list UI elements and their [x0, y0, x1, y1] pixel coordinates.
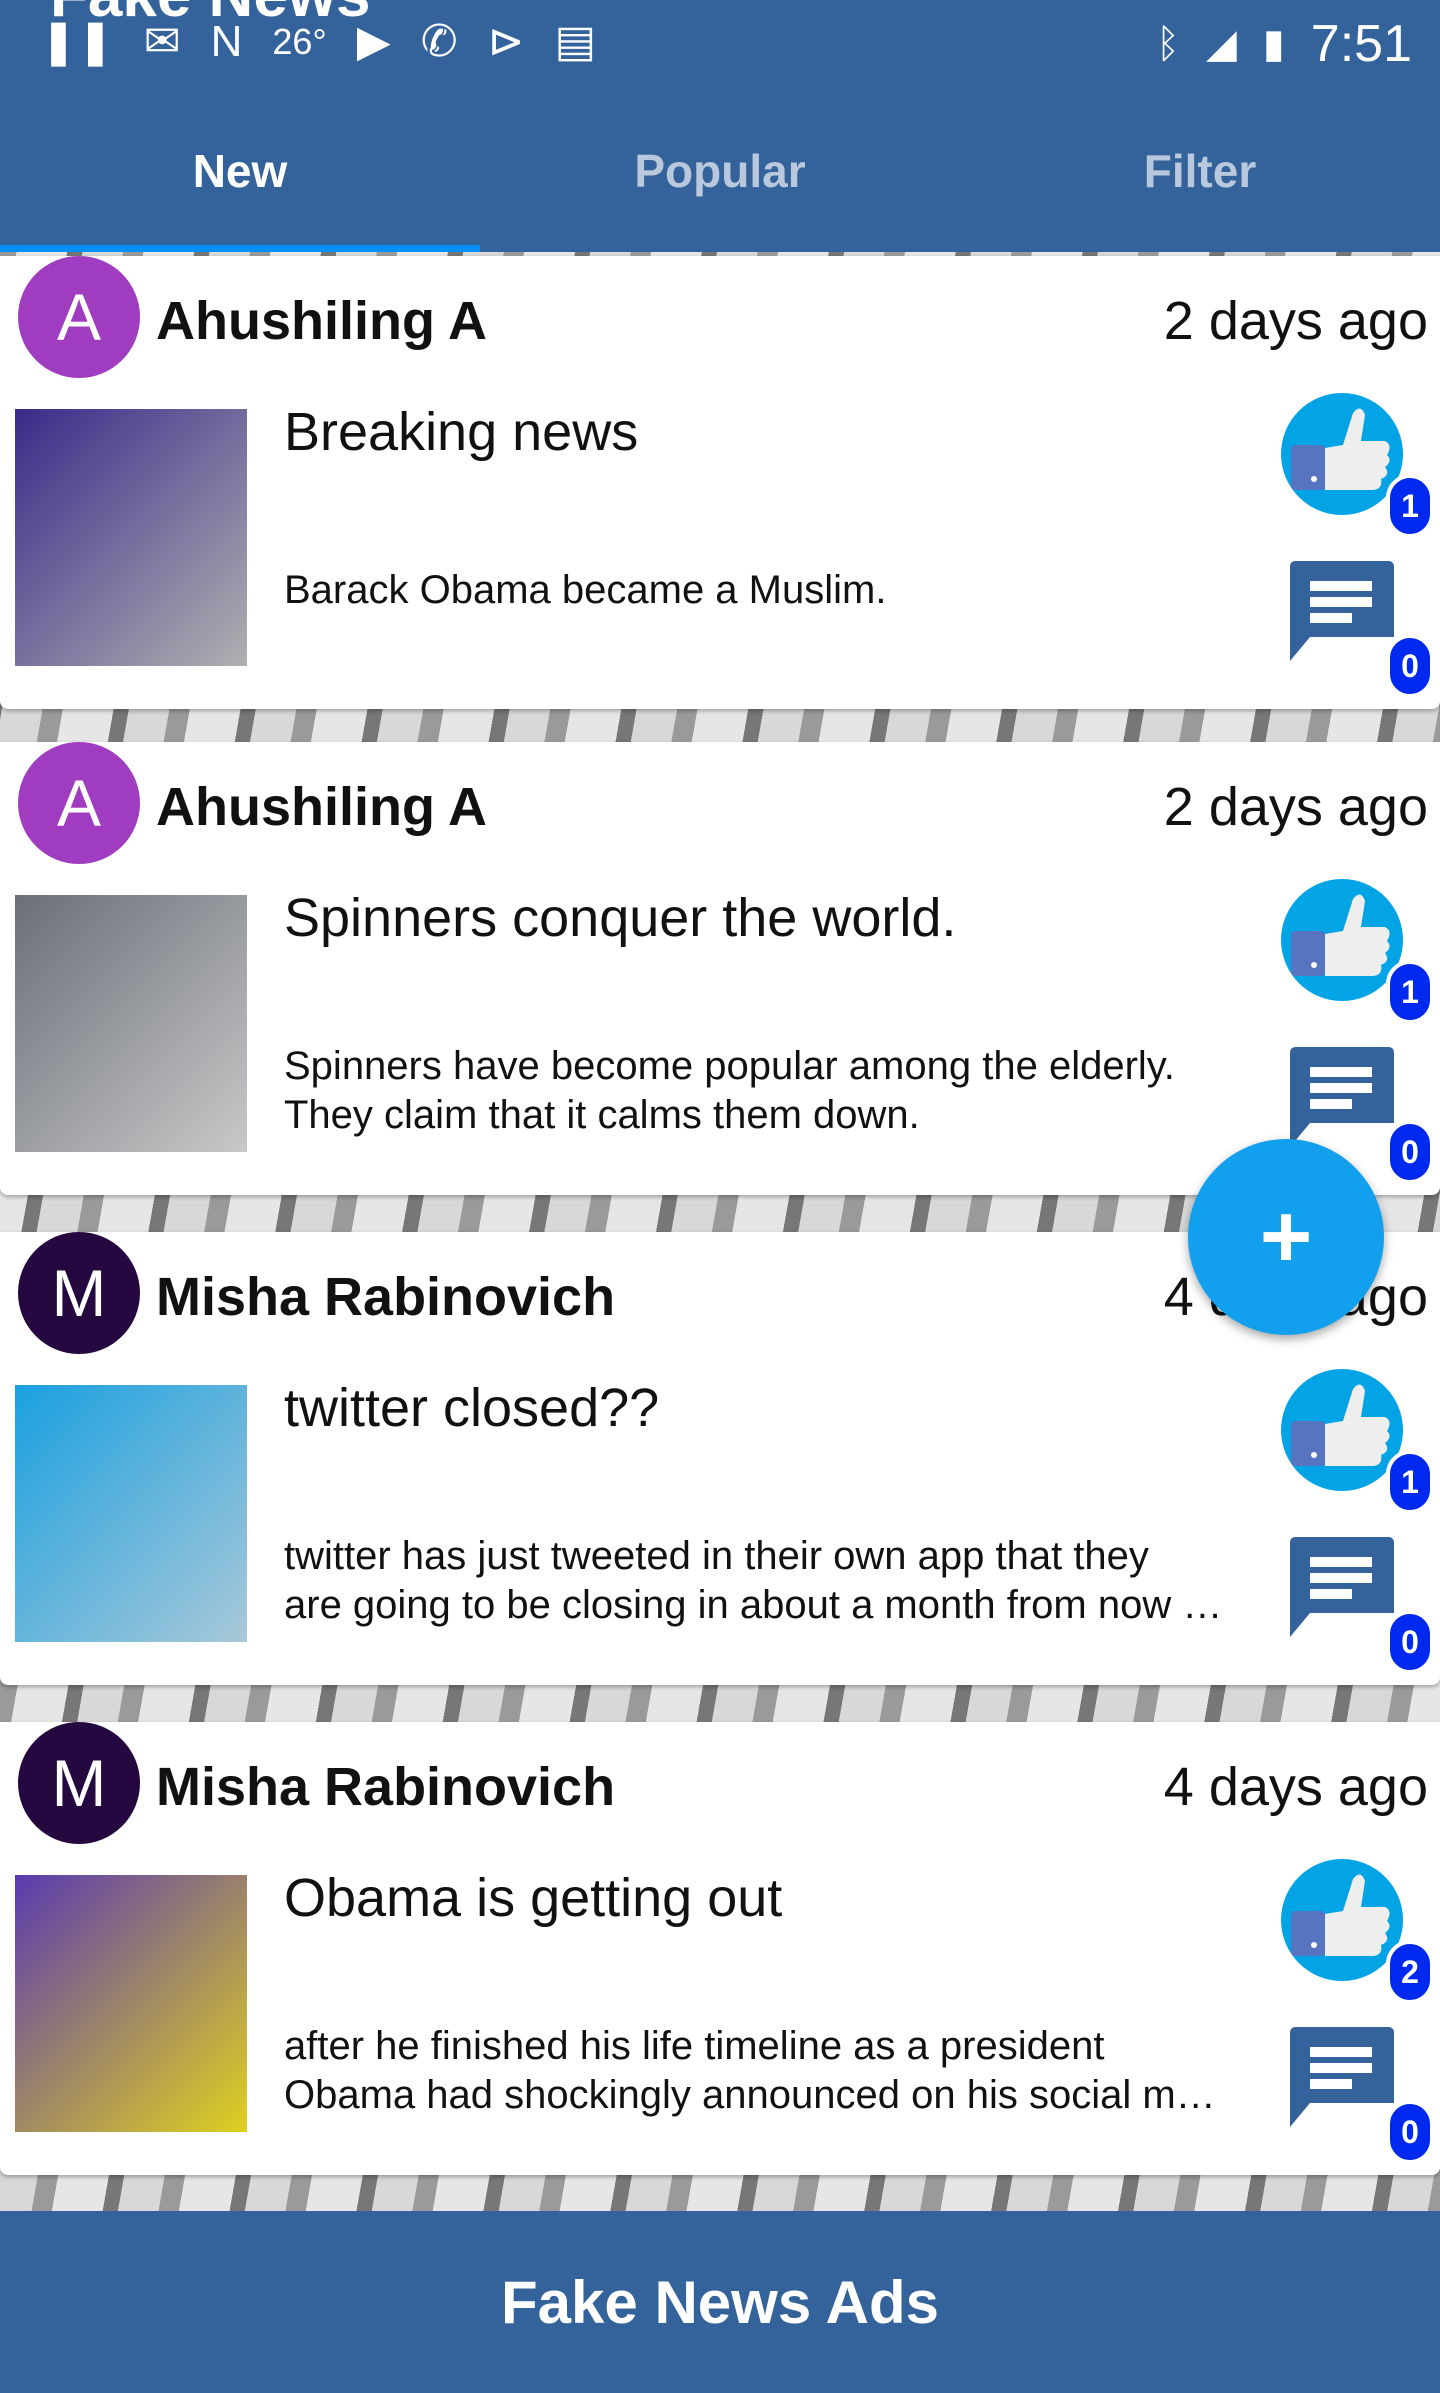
- phone-icon: ✆: [420, 17, 458, 66]
- comment-count-badge: 0: [1386, 1610, 1434, 1674]
- ad-banner[interactable]: Fake News Ads: [0, 2211, 1440, 2393]
- post-date: 2 days ago: [1163, 777, 1428, 837]
- status-bar: Fake News ❚❚ ✉ N 26° ▶ ✆ ⊳ ▤ ᛒ ◢ ▮ 7:51: [0, 0, 1440, 90]
- like-button[interactable]: [1281, 1859, 1403, 1981]
- post-description: after he finished his life timeline as a…: [284, 2022, 1254, 2120]
- battery-icon: ▮: [1262, 22, 1285, 66]
- post-description-line: Barack Obama became a Muslim.: [284, 568, 887, 612]
- post-date: 2 days ago: [1163, 291, 1428, 351]
- comment-button[interactable]: [1290, 1537, 1394, 1637]
- notification-icons: ❚❚ ✉ N 26° ▶ ✆ ⊳ ▤: [40, 16, 596, 67]
- post-title[interactable]: twitter closed??: [284, 1377, 1244, 1439]
- post-description: Barack Obama became a Muslim.: [284, 566, 1254, 615]
- tab-popular[interactable]: Popular: [480, 90, 960, 252]
- comment-button[interactable]: [1290, 561, 1394, 661]
- post-thumbnail[interactable]: [15, 1385, 247, 1642]
- post-card[interactable]: A Ahushiling A 2 days ago Spinners conqu…: [0, 742, 1440, 1195]
- comment-button[interactable]: [1290, 1047, 1394, 1147]
- post-description: twitter has just tweeted in their own ap…: [284, 1532, 1254, 1630]
- post-title[interactable]: Breaking news: [284, 401, 1244, 463]
- post-description-line: are going to be closing in about a month…: [284, 1583, 1223, 1627]
- thumbs-up-icon: [1291, 408, 1390, 490]
- avatar[interactable]: A: [18, 742, 140, 864]
- post-description: Spinners have become popular among the e…: [284, 1042, 1254, 1140]
- bluetooth-icon: ᛒ: [1156, 21, 1180, 66]
- like-count-badge: 1: [1386, 960, 1434, 1024]
- author-name: Misha Rabinovich: [156, 1267, 616, 1327]
- like-button[interactable]: [1281, 393, 1403, 515]
- post-description-line: They claim that it calms them down.: [284, 1093, 920, 1137]
- post-thumbnail[interactable]: [15, 409, 247, 666]
- avatar[interactable]: M: [18, 1722, 140, 1844]
- thumbs-up-icon: [1291, 1874, 1390, 1956]
- youtube-icon: ▶: [356, 17, 391, 66]
- like-count-badge: 2: [1386, 1940, 1434, 2004]
- post-description-line: twitter has just tweeted in their own ap…: [284, 1534, 1149, 1578]
- play-store-icon: ⊳: [487, 17, 525, 66]
- clock: 7:51: [1310, 15, 1412, 73]
- pause-icon: ❚❚: [40, 17, 114, 66]
- post-description-line: Obama had shockingly announced on his so…: [284, 2073, 1216, 2117]
- n-icon: N: [210, 16, 243, 66]
- post-description-line: Spinners have become popular among the e…: [284, 1044, 1175, 1088]
- weather-temp: 26°: [272, 20, 327, 62]
- comment-icon: [1290, 1537, 1394, 1637]
- news-icon: ▤: [554, 17, 597, 66]
- avatar[interactable]: M: [18, 1232, 140, 1354]
- post-card[interactable]: A Ahushiling A 2 days ago Breaking news …: [0, 256, 1440, 709]
- comment-button[interactable]: [1290, 2027, 1394, 2127]
- post-title[interactable]: Obama is getting out: [284, 1867, 1244, 1929]
- like-count-badge: 1: [1386, 1450, 1434, 1514]
- comment-icon: [1290, 1047, 1394, 1147]
- add-post-button[interactable]: +: [1188, 1139, 1384, 1335]
- avatar[interactable]: A: [18, 256, 140, 378]
- comment-icon: [1290, 561, 1394, 661]
- author-name: Ahushiling A: [156, 291, 487, 351]
- like-button[interactable]: [1281, 1369, 1403, 1491]
- tab-filter[interactable]: Filter: [960, 90, 1440, 252]
- thumbs-up-icon: [1291, 1384, 1390, 1466]
- signal-icon: ◢: [1206, 22, 1237, 66]
- comment-count-badge: 0: [1386, 634, 1434, 698]
- tab-new[interactable]: New: [0, 90, 480, 252]
- comment-count-badge: 0: [1386, 1120, 1434, 1184]
- comment-icon: [1290, 2027, 1394, 2127]
- tab-bar: New Popular Filter: [0, 90, 1440, 252]
- post-thumbnail[interactable]: [15, 1875, 247, 2132]
- comment-count-badge: 0: [1386, 2100, 1434, 2164]
- like-count-badge: 1: [1386, 474, 1434, 538]
- gmail-icon: ✉: [143, 17, 181, 66]
- like-button[interactable]: [1281, 879, 1403, 1001]
- author-name: Ahushiling A: [156, 777, 487, 837]
- post-thumbnail[interactable]: [15, 895, 247, 1152]
- author-name: Misha Rabinovich: [156, 1757, 616, 1817]
- post-card[interactable]: M Misha Rabinovich 4 days ago Obama is g…: [0, 1722, 1440, 2175]
- post-title[interactable]: Spinners conquer the world.: [284, 887, 1244, 949]
- thumbs-up-icon: [1291, 894, 1390, 976]
- post-date: 4 days ago: [1163, 1757, 1428, 1817]
- post-description-line: after he finished his life timeline as a…: [284, 2024, 1105, 2068]
